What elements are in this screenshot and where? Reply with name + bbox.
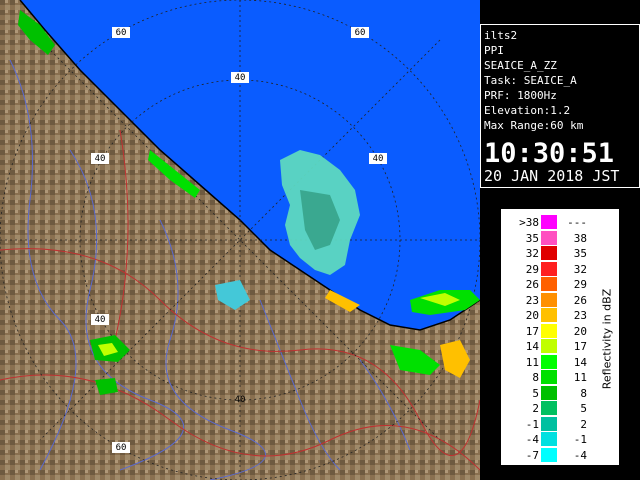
legend-swatch xyxy=(541,385,557,400)
prf-value: PRF: 1800Hz xyxy=(484,89,557,102)
info-panel: ilts2 PPI SEAICE_A_ZZ Task: SEAICE_A PRF… xyxy=(480,24,640,188)
legend-max: 32 xyxy=(573,262,587,276)
svg-text:60: 60 xyxy=(116,28,127,38)
legend-row: -7 -4 xyxy=(501,447,621,463)
radar-map: 60 40 40 40 40 60 60 40 xyxy=(0,0,480,480)
ring-label: 60 xyxy=(112,27,130,38)
ring-label: 40 xyxy=(91,153,109,164)
legend-min: 17 xyxy=(525,324,539,338)
scan-time: 10:30:51 xyxy=(484,138,615,169)
legend-row: 35 38 xyxy=(501,230,621,246)
legend-min: 26 xyxy=(525,278,539,291)
svg-text:60: 60 xyxy=(355,28,366,38)
legend-min: 29 xyxy=(525,262,539,276)
legend-min: 35 xyxy=(525,231,539,245)
legend-max: 11 xyxy=(573,371,587,384)
svg-text:40: 40 xyxy=(235,73,246,83)
legend-min: 8 xyxy=(532,371,539,384)
legend-max: 2 xyxy=(580,417,587,431)
legend-swatch xyxy=(541,277,557,291)
max-range-value: Max Range:60 km xyxy=(484,119,584,132)
ring-label: 60 xyxy=(112,442,130,453)
svg-text:40: 40 xyxy=(95,315,106,325)
ring-label: 40 xyxy=(231,72,249,83)
legend-max: 29 xyxy=(573,278,587,291)
legend-swatch xyxy=(541,339,557,353)
legend-row: -1 2 xyxy=(501,416,621,432)
legend-max: 23 xyxy=(573,309,587,322)
legend-row: >38 --- xyxy=(501,215,621,230)
svg-text:60: 60 xyxy=(116,443,127,453)
elevation-value: Elevation:1.2 xyxy=(484,104,571,117)
legend-swatch xyxy=(541,354,557,369)
legend-min: 20 xyxy=(525,309,539,322)
legend-min: -7 xyxy=(525,448,539,462)
legend-max: --- xyxy=(567,216,587,229)
legend-swatch xyxy=(541,308,557,322)
scan-mode: PPI xyxy=(484,44,504,57)
ring-label-bottom: 40 xyxy=(235,395,246,405)
legend-max: 38 xyxy=(573,231,587,245)
legend-max: 8 xyxy=(580,386,587,400)
legend-max: 35 xyxy=(573,247,587,260)
legend-row: -4 -1 xyxy=(501,432,621,447)
task-name: Task: SEAICE_A xyxy=(484,74,577,87)
scan-date: 20 JAN 2018 JST xyxy=(484,167,620,185)
legend-swatch xyxy=(541,261,557,276)
radar-name: ilts2 xyxy=(484,29,518,42)
legend-swatch xyxy=(541,230,557,245)
legend-max: 20 xyxy=(573,324,587,338)
legend-swatch xyxy=(541,447,557,462)
legend-min: 23 xyxy=(525,293,539,307)
legend-swatch xyxy=(541,416,557,431)
legend-max: 26 xyxy=(573,293,587,307)
legend-min: 11 xyxy=(525,355,539,369)
legend-min: >38 xyxy=(519,216,539,229)
legend-swatch xyxy=(541,292,557,307)
legend-swatch xyxy=(541,370,557,384)
legend-min: 2 xyxy=(532,402,539,415)
legend-swatch xyxy=(541,432,557,446)
legend-min: -1 xyxy=(525,417,539,431)
legend-min: -4 xyxy=(525,433,539,446)
svg-text:40: 40 xyxy=(373,154,384,164)
legend-min: 14 xyxy=(525,340,539,353)
svg-text:40: 40 xyxy=(95,154,106,164)
product-name: SEAICE_A_ZZ xyxy=(484,59,557,72)
legend-row: 32 35 xyxy=(501,246,621,261)
legend-min: 32 xyxy=(525,247,539,260)
legend-swatch xyxy=(541,401,557,415)
legend-swatch xyxy=(541,246,557,260)
ring-label: 40 xyxy=(369,153,387,164)
legend-max: 17 xyxy=(573,340,587,353)
legend-min: 5 xyxy=(532,386,539,400)
legend-swatch xyxy=(541,215,557,229)
legend-max: -1 xyxy=(573,433,587,446)
legend-swatch xyxy=(541,323,557,338)
ring-label: 40 xyxy=(91,314,109,325)
reflectivity-legend: >38 --- 35 38 32 35 29 32 26 29 23 26 20 23 17 20 14 17 11… xyxy=(500,208,620,466)
legend-max: -4 xyxy=(573,448,587,462)
legend-max: 5 xyxy=(580,402,587,415)
legend-max: 14 xyxy=(573,355,587,369)
legend-unit-label: Reflectivity in dBZ xyxy=(600,288,614,390)
ring-label: 60 xyxy=(351,27,369,38)
